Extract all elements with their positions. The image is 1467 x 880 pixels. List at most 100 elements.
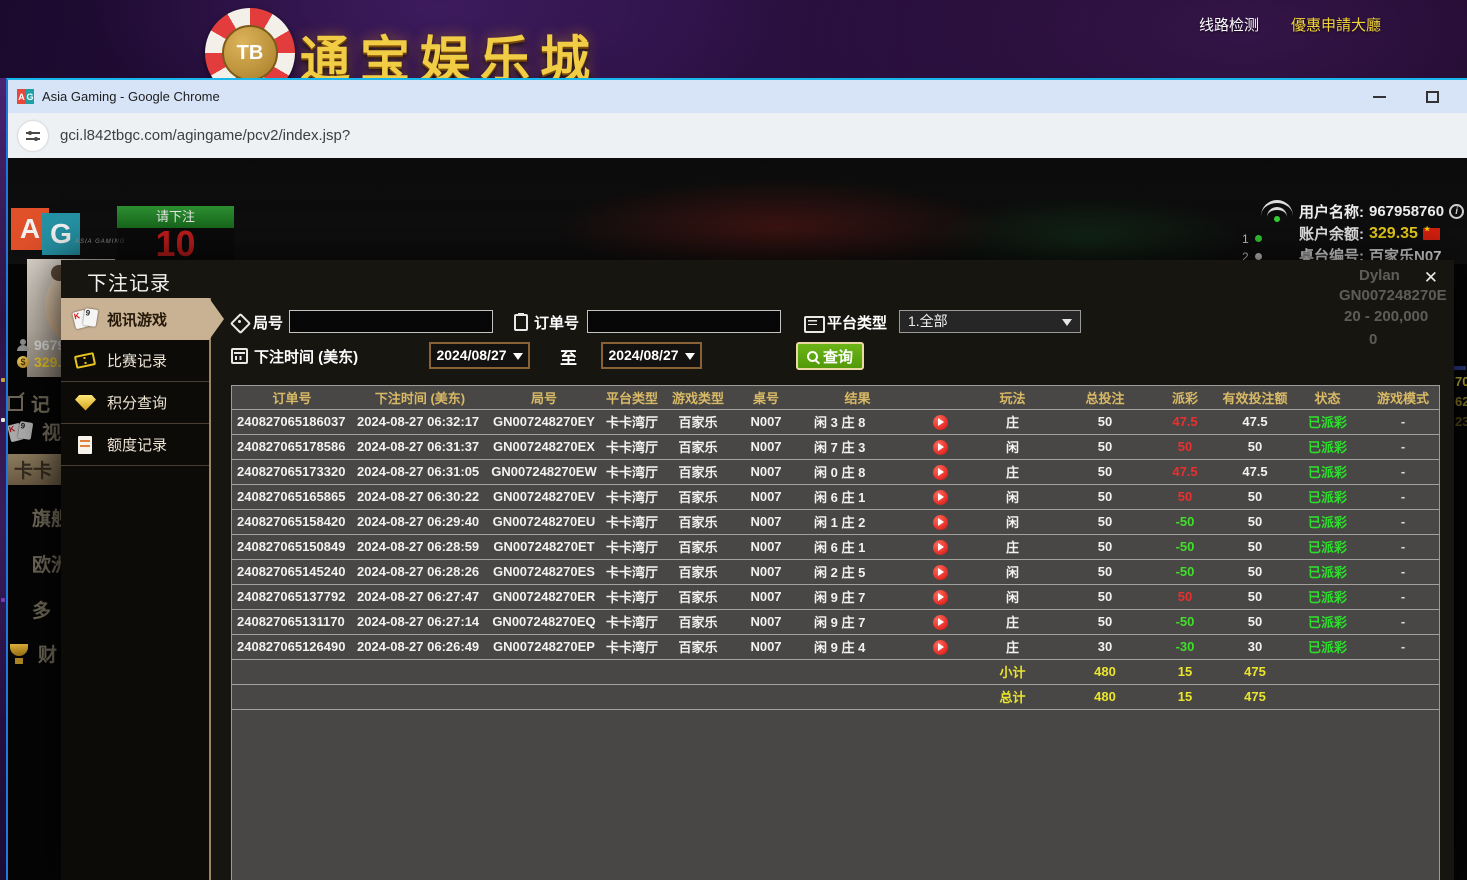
dialog-title-bar: 下注记录 ✕ bbox=[61, 260, 1454, 298]
cell-platform: 卡卡湾厅 bbox=[600, 584, 664, 609]
cell-round: GN007248270EQ bbox=[488, 609, 600, 634]
url-text[interactable]: gci.l842tbgc.com/agingame/pcv2/index.jsp… bbox=[60, 127, 350, 144]
cards-icon: K9 bbox=[8, 421, 34, 443]
cell-play bbox=[915, 484, 965, 509]
minimize-button[interactable] bbox=[1373, 96, 1386, 98]
cell-playtype: 闲 bbox=[965, 509, 1060, 534]
cell-bet: 50 bbox=[1060, 459, 1150, 484]
cell-platform: 卡卡湾厅 bbox=[600, 459, 664, 484]
cell-status: 已派彩 bbox=[1290, 634, 1365, 659]
search-button[interactable]: 查询 bbox=[796, 342, 864, 370]
cell-table_no: N007 bbox=[732, 634, 800, 659]
edge-divider bbox=[1454, 366, 1466, 370]
cell-valid: 50 bbox=[1220, 559, 1290, 584]
play-video-button[interactable] bbox=[933, 515, 948, 530]
cell-game: 百家乐 bbox=[664, 559, 732, 584]
bg-nav-multi-table[interactable]: 多 bbox=[8, 596, 61, 623]
column-header: 局号 bbox=[488, 386, 600, 409]
window-title-bar[interactable]: AG Asia Gaming - Google Chrome bbox=[8, 80, 1467, 113]
play-video-button[interactable] bbox=[933, 490, 948, 505]
play-video-button[interactable] bbox=[933, 540, 948, 555]
tab-quota-records[interactable]: 额度记录 bbox=[61, 424, 209, 466]
site-nav: 线路检测 優惠申請大廳 bbox=[1199, 14, 1381, 35]
bg-nav-note[interactable]: 记 bbox=[8, 390, 61, 417]
cell-payout: -50 bbox=[1150, 534, 1220, 559]
table-row: 2408270651785862024-08-27 06:31:37GN0072… bbox=[232, 434, 1440, 459]
nav-link-line-check[interactable]: 线路检测 bbox=[1199, 14, 1259, 35]
cell-order: 240827065131170 bbox=[232, 609, 352, 634]
bg-nav-kaka-hall[interactable]: 卡卡 bbox=[8, 454, 61, 485]
cell-time: 2024-08-27 06:32:17 bbox=[352, 409, 488, 434]
cell-valid: 47.5 bbox=[1220, 409, 1290, 434]
cell-payout: 50 bbox=[1150, 434, 1220, 459]
bg-nav-flagship-hall[interactable]: 旗舰 bbox=[8, 504, 61, 531]
site-logo-text: 通宝娱乐城 bbox=[300, 20, 600, 78]
play-video-button[interactable] bbox=[933, 615, 948, 630]
play-video-button[interactable] bbox=[933, 440, 948, 455]
bg-nav-video[interactable]: K9视 bbox=[8, 418, 61, 445]
cell-platform: 卡卡湾厅 bbox=[600, 534, 664, 559]
cell-playtype: 闲 bbox=[965, 559, 1060, 584]
table-row: 2408270651860372024-08-27 06:32:17GN0072… bbox=[232, 409, 1440, 434]
cell-platform: 卡卡湾厅 bbox=[600, 634, 664, 659]
doc-icon bbox=[73, 434, 99, 456]
search-icon bbox=[807, 351, 818, 362]
cell-play bbox=[915, 634, 965, 659]
cell-round: GN007248270EU bbox=[488, 509, 600, 534]
cell-platform: 卡卡湾厅 bbox=[600, 484, 664, 509]
cell-result: 闲 9 庄 7 bbox=[800, 609, 915, 634]
records-table: 订单号下注时间 (美东)局号平台类型游戏类型桌号结果玩法总投注派彩有效投注额状态… bbox=[232, 386, 1440, 710]
round-input[interactable] bbox=[289, 310, 493, 333]
column-header: 下注时间 (美东) bbox=[352, 386, 488, 409]
cell-result: 闲 7 庄 3 bbox=[800, 434, 915, 459]
date-to-picker[interactable]: 2024/08/27 bbox=[601, 342, 702, 369]
cell-round: GN007248270EP bbox=[488, 634, 600, 659]
dialog-tabs: K9视讯游戏比赛记录积分查询额度记录 bbox=[61, 298, 211, 880]
cell-bet: 50 bbox=[1060, 559, 1150, 584]
play-video-button[interactable] bbox=[933, 565, 948, 580]
url-bar[interactable]: gci.l842tbgc.com/agingame/pcv2/index.jsp… bbox=[8, 113, 1467, 158]
road-dot-white bbox=[1255, 253, 1262, 260]
cell-table_no: N007 bbox=[732, 559, 800, 584]
ghost-text: 0 bbox=[1369, 331, 1377, 348]
bet-countdown: 10 bbox=[117, 228, 234, 262]
bg-nav-europe-hall[interactable]: 欧洲 bbox=[8, 550, 61, 577]
site-settings-icon[interactable] bbox=[18, 121, 48, 151]
nav-link-promo-hall[interactable]: 優惠申請大廳 bbox=[1291, 14, 1381, 35]
cell-status: 已派彩 bbox=[1290, 534, 1365, 559]
tab-match-records[interactable]: 比赛记录 bbox=[61, 340, 209, 382]
date-from-picker[interactable]: 2024/08/27 bbox=[429, 342, 530, 369]
tab-points-query[interactable]: 积分查询 bbox=[61, 382, 209, 424]
cell-mode: - bbox=[1365, 609, 1440, 634]
cell-time: 2024-08-27 06:31:37 bbox=[352, 434, 488, 459]
bg-nav-caishen[interactable]: 财 bbox=[8, 640, 61, 667]
bet-countdown-box: 请下注 10 bbox=[117, 206, 234, 262]
asia-gaming-favicon-icon: AG bbox=[17, 89, 34, 104]
table-row: 2408270651264902024-08-27 06:26:49GN0072… bbox=[232, 634, 1440, 659]
info-icon[interactable]: i bbox=[1449, 204, 1464, 219]
play-video-button[interactable] bbox=[933, 465, 948, 480]
window-controls bbox=[1373, 91, 1467, 103]
tab-video-games[interactable]: K9视讯游戏 bbox=[61, 298, 209, 340]
cell-result: 闲 2 庄 5 bbox=[800, 559, 915, 584]
cell-play bbox=[915, 434, 965, 459]
clipboard-icon bbox=[514, 314, 528, 331]
platform-select[interactable]: 1.全部 bbox=[899, 310, 1081, 333]
cell-status: 已派彩 bbox=[1290, 434, 1365, 459]
cell-table_no: N007 bbox=[732, 459, 800, 484]
play-video-button[interactable] bbox=[933, 590, 948, 605]
close-icon[interactable]: ✕ bbox=[1424, 269, 1438, 286]
cell-playtype: 庄 bbox=[965, 534, 1060, 559]
cell-platform: 卡卡湾厅 bbox=[600, 509, 664, 534]
order-input[interactable] bbox=[587, 310, 781, 333]
play-video-button[interactable] bbox=[933, 415, 948, 430]
cell-game: 百家乐 bbox=[664, 459, 732, 484]
tag-icon bbox=[231, 314, 247, 330]
cell-order: 240827065150849 bbox=[232, 534, 352, 559]
cell-round: GN007248270EW bbox=[488, 459, 600, 484]
maximize-button[interactable] bbox=[1426, 91, 1439, 103]
cell-time: 2024-08-27 06:31:05 bbox=[352, 459, 488, 484]
table-row: 2408270651584202024-08-27 06:29:40GN0072… bbox=[232, 509, 1440, 534]
cell-time: 2024-08-27 06:28:59 bbox=[352, 534, 488, 559]
play-video-button[interactable] bbox=[933, 640, 948, 655]
